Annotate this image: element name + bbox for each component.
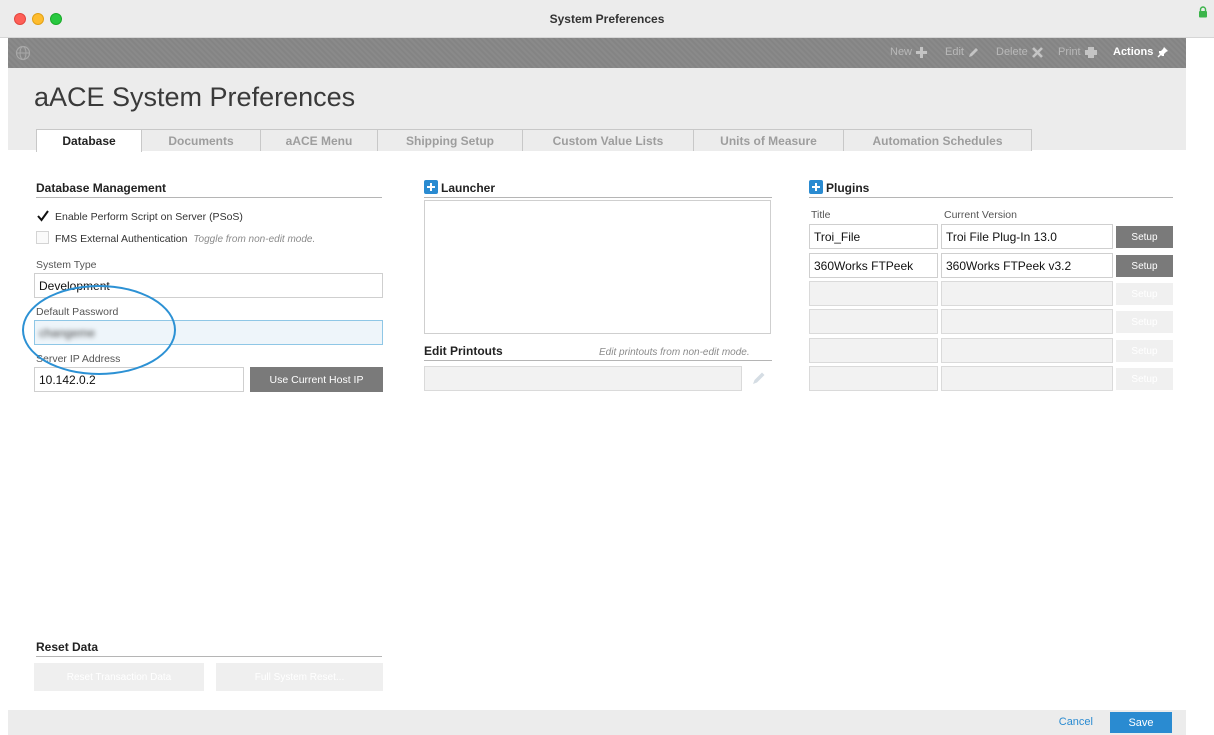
system-type-label: System Type xyxy=(36,259,97,271)
actions-label: Actions xyxy=(1113,46,1154,58)
window-titlebar: System Preferences xyxy=(0,0,1214,38)
default-password-label: Default Password xyxy=(36,306,119,318)
fms-auth-hint: Toggle from non-edit mode. xyxy=(193,234,316,245)
plugin-title-cell[interactable] xyxy=(809,338,938,363)
edit-button[interactable]: Edit xyxy=(945,46,979,58)
plugins-col-title: Title xyxy=(811,209,831,221)
actions-button[interactable]: Actions xyxy=(1113,46,1169,58)
cancel-button[interactable]: Cancel xyxy=(1059,716,1093,728)
pencil-icon xyxy=(968,47,978,57)
section-divider xyxy=(424,197,772,198)
plugin-title-cell[interactable] xyxy=(809,366,938,391)
plugin-version-cell[interactable] xyxy=(941,281,1113,306)
print-label: Print xyxy=(1058,46,1081,58)
plugin-version-cell[interactable] xyxy=(941,338,1113,363)
default-password-value: changeme xyxy=(39,326,96,340)
tab-bar: Database Documents aACE Menu Shipping Se… xyxy=(36,129,1032,152)
footer-bar: Cancel Save xyxy=(8,710,1186,735)
section-divider xyxy=(809,197,1173,198)
plugin-title-cell[interactable]: 360Works FTPeek xyxy=(809,253,938,278)
tab-aace-menu[interactable]: aACE Menu xyxy=(260,129,378,151)
section-divider xyxy=(424,360,772,361)
database-management-title: Database Management xyxy=(36,181,167,195)
tab-database[interactable]: Database xyxy=(36,129,142,152)
fms-auth-label: FMS External Authentication xyxy=(55,233,188,245)
content-frame: aACE System Preferences Database Documen… xyxy=(8,68,1186,735)
launcher-box[interactable] xyxy=(424,200,771,334)
fms-auth-checkbox[interactable] xyxy=(36,231,49,244)
plugin-setup-button[interactable]: Setup xyxy=(1116,226,1173,248)
default-password-field[interactable]: changeme xyxy=(34,320,383,345)
section-divider xyxy=(36,656,382,657)
x-icon xyxy=(1031,46,1043,58)
server-ip-value: 10.142.0.2 xyxy=(39,373,96,387)
plugin-setup-button[interactable]: Setup xyxy=(1116,283,1173,305)
edit-printouts-field[interactable] xyxy=(424,366,742,391)
toolbar: New Edit Delete Print Actions xyxy=(8,38,1186,68)
plus-icon xyxy=(916,46,928,58)
tab-documents[interactable]: Documents xyxy=(141,129,261,151)
plugin-title-cell[interactable] xyxy=(809,309,938,334)
server-ip-label: Server IP Address xyxy=(36,353,121,365)
plugin-setup-button[interactable]: Setup xyxy=(1116,255,1173,277)
section-divider xyxy=(36,197,382,198)
pencil-icon[interactable] xyxy=(751,370,767,386)
reset-transaction-data-button[interactable]: Reset Transaction Data xyxy=(34,663,204,691)
server-ip-field[interactable]: 10.142.0.2 xyxy=(34,367,244,392)
psos-label: Enable Perform Script on Server (PSoS) xyxy=(55,211,243,223)
reset-data-title: Reset Data xyxy=(36,640,99,654)
plugin-version-cell[interactable] xyxy=(941,309,1113,334)
plugins-title: Plugins xyxy=(826,181,870,195)
tab-automation-schedules[interactable]: Automation Schedules xyxy=(843,129,1032,151)
tab-custom-value-lists[interactable]: Custom Value Lists xyxy=(522,129,694,151)
plugin-setup-button[interactable]: Setup xyxy=(1116,368,1173,390)
edit-label: Edit xyxy=(945,46,964,58)
delete-button[interactable]: Delete xyxy=(996,46,1043,58)
plugin-setup-button[interactable]: Setup xyxy=(1116,340,1173,362)
tab-shipping-setup[interactable]: Shipping Setup xyxy=(377,129,523,151)
use-current-host-ip-button[interactable]: Use Current Host IP xyxy=(250,367,383,392)
plugin-version-cell[interactable] xyxy=(941,366,1113,391)
printer-icon xyxy=(1084,46,1097,58)
plugin-setup-button[interactable]: Setup xyxy=(1116,311,1173,333)
print-button[interactable]: Print xyxy=(1058,46,1097,58)
pin-icon xyxy=(1157,47,1169,58)
add-launcher-icon[interactable] xyxy=(424,180,438,194)
plugins-col-version: Current Version xyxy=(944,209,1017,221)
add-plugin-icon[interactable] xyxy=(809,180,823,194)
psos-checkbox[interactable] xyxy=(36,209,49,222)
new-button[interactable]: New xyxy=(890,46,928,58)
new-label: New xyxy=(890,46,913,58)
page-title: aACE System Preferences xyxy=(34,82,356,112)
window-title: System Preferences xyxy=(549,12,665,26)
launcher-title: Launcher xyxy=(441,181,496,195)
save-button[interactable]: Save xyxy=(1110,712,1172,733)
fms-auth-label-group: FMS External Authentication Toggle from … xyxy=(55,233,315,245)
delete-label: Delete xyxy=(996,46,1028,58)
globe-icon[interactable] xyxy=(15,45,31,61)
system-type-field[interactable]: Development xyxy=(34,273,383,298)
plugin-version-cell[interactable]: Troi File Plug-In 13.0 xyxy=(941,224,1113,249)
full-system-reset-button[interactable]: Full System Reset... xyxy=(216,663,383,691)
checkmark-icon xyxy=(37,210,49,222)
edit-printouts-title: Edit Printouts xyxy=(424,344,503,358)
edit-printouts-hint: Edit printouts from non-edit mode. xyxy=(599,347,750,358)
plugin-version-cell[interactable]: 360Works FTPeek v3.2 xyxy=(941,253,1113,278)
lock-icon xyxy=(1199,6,1207,18)
plugin-title-cell[interactable]: Troi_File xyxy=(809,224,938,249)
tab-units-of-measure[interactable]: Units of Measure xyxy=(693,129,844,151)
system-type-value: Development xyxy=(39,279,110,293)
plugin-title-cell[interactable] xyxy=(809,281,938,306)
